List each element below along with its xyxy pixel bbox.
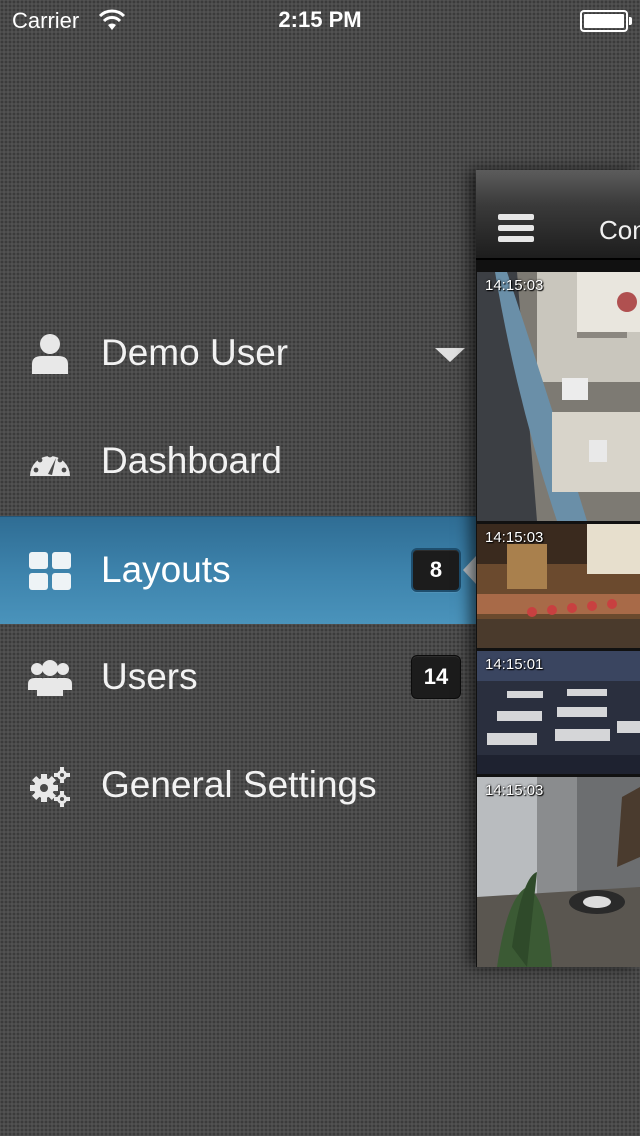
menu-item-dashboard[interactable]: Dashboard bbox=[0, 408, 476, 516]
camera-tile[interactable]: 14:15:03 bbox=[477, 524, 640, 648]
hamburger-icon[interactable] bbox=[498, 214, 534, 244]
count-badge: 8 bbox=[411, 548, 461, 592]
selection-pointer bbox=[463, 556, 476, 584]
dashboard-gauge-icon bbox=[30, 452, 70, 476]
users-group-icon bbox=[28, 660, 72, 696]
battery-icon bbox=[580, 10, 632, 32]
menu-item-layouts[interactable]: Layouts 8 bbox=[0, 516, 476, 624]
camera-timestamp: 14:15:03 bbox=[485, 782, 544, 799]
camera-timestamp: 14:15:03 bbox=[485, 529, 544, 546]
side-menu: Demo User Dashboard Layouts 8 Users 14 G… bbox=[0, 300, 476, 840]
menu-item-demo-user[interactable]: Demo User bbox=[0, 300, 476, 408]
menu-item-label: Dashboard bbox=[101, 440, 283, 481]
menu-item-label: General Settings bbox=[101, 764, 377, 805]
camera-feed-image bbox=[477, 777, 640, 967]
camera-timestamp: 14:15:01 bbox=[485, 656, 544, 673]
grid-icon bbox=[29, 552, 71, 590]
user-icon bbox=[32, 334, 68, 374]
status-bar: Carrier 2:15 PM bbox=[0, 0, 640, 40]
menu-item-label: Layouts bbox=[101, 549, 231, 590]
nav-title: Con bbox=[599, 215, 640, 245]
camera-tile[interactable]: 14:15:01 bbox=[477, 651, 640, 774]
main-panel: Con 14:15:03 14:15:03 14:15:01 14:15:03 bbox=[476, 170, 640, 967]
navbar: Con bbox=[476, 170, 640, 260]
camera-tile[interactable]: 14:15:03 bbox=[477, 777, 640, 967]
chevron-down-icon[interactable] bbox=[435, 348, 465, 362]
menu-item-users[interactable]: Users 14 bbox=[0, 624, 476, 732]
status-time: 2:15 PM bbox=[278, 7, 362, 32]
count-badge: 14 bbox=[411, 655, 461, 699]
menu-item-general-settings[interactable]: General Settings bbox=[0, 732, 476, 840]
menu-item-label: Users bbox=[101, 656, 198, 697]
menu-item-label: Demo User bbox=[101, 332, 289, 373]
camera-timestamp: 14:15:03 bbox=[485, 277, 544, 294]
gears-icon bbox=[30, 767, 70, 807]
camera-feed-image bbox=[477, 272, 640, 521]
camera-tile[interactable]: 14:15:03 bbox=[477, 272, 640, 521]
